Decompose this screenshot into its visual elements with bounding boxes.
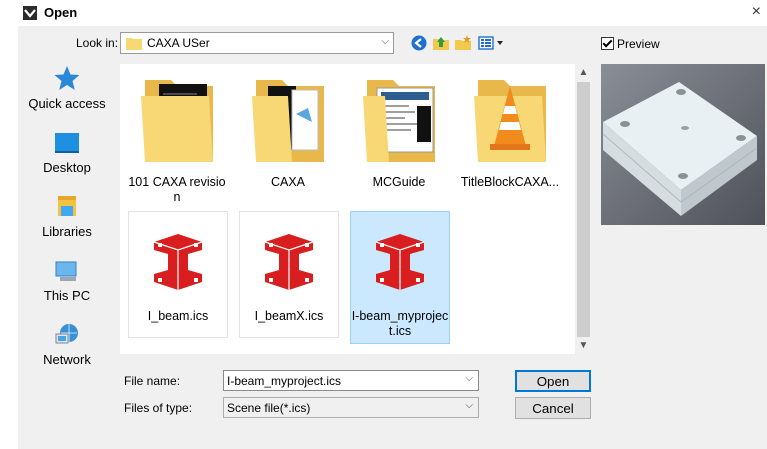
star-icon <box>54 66 80 90</box>
file-list[interactable]: 101 CAXA revision CAXA MCGuide TitleBloc… <box>120 64 592 354</box>
chevron-down-icon: ⌵ <box>465 400 473 411</box>
folder-icon <box>363 80 435 162</box>
libraries-icon <box>58 196 76 216</box>
preview-model-image <box>601 64 765 225</box>
file-name: I_beamX.ics <box>254 309 324 323</box>
ics-file-item[interactable]: I_beamX.ics <box>239 211 339 338</box>
file-type-label: Files of type: <box>124 401 193 415</box>
file-name: I-beam_myproject.ics <box>351 309 449 338</box>
ics-file-item[interactable]: I_beam.ics <box>128 211 228 338</box>
place-label: This PC <box>43 288 91 303</box>
folder-icon <box>252 80 324 162</box>
chevron-down-icon[interactable]: ▼ <box>575 337 592 354</box>
preview-pane <box>601 64 765 225</box>
chevron-up-icon[interactable]: ▲ <box>575 64 592 81</box>
ics-file-item-selected[interactable]: I-beam_myproject.ics <box>350 211 450 344</box>
file-name: CAXA <box>270 175 306 189</box>
folder-item[interactable]: TitleBlockCAXA... <box>460 74 560 190</box>
places-bar: Quick access Desktop Libraries This PC N… <box>18 64 116 404</box>
look-in-label: Look in: <box>76 36 119 50</box>
chevron-down-icon[interactable]: ⌵ <box>465 373 473 384</box>
new-folder-icon[interactable] <box>454 34 472 52</box>
view-menu-icon[interactable] <box>478 34 508 52</box>
ibeam-icon <box>264 234 314 290</box>
window-title: Open <box>44 5 78 20</box>
cancel-button[interactable]: Cancel <box>515 397 591 419</box>
vertical-scrollbar[interactable]: ▲ ▼ <box>575 64 592 354</box>
file-name-input[interactable]: I-beam_myproject.ics ⌵ <box>223 370 479 391</box>
open-button[interactable]: Open <box>515 370 591 392</box>
file-name: TitleBlockCAXA... <box>460 175 560 189</box>
close-button[interactable]: × <box>752 3 761 21</box>
place-label: Libraries <box>42 224 92 239</box>
look-in-value: CAXA USer <box>147 36 210 50</box>
place-quick-access[interactable]: Quick access <box>18 64 116 122</box>
file-type-select[interactable]: Scene file(*.ics) ⌵ <box>223 397 479 418</box>
folder-icon <box>474 80 546 162</box>
place-label: Network <box>43 352 91 367</box>
folder-item[interactable]: MCGuide <box>349 74 449 190</box>
preview-checkbox[interactable]: Preview <box>601 37 660 51</box>
file-type-value: Scene file(*.ics) <box>227 401 311 415</box>
scrollbar-thumb[interactable] <box>577 82 590 337</box>
open-dialog: Look in: CAXA USer ⌵ Preview Quick acces <box>18 26 767 449</box>
folder-icon <box>141 80 213 162</box>
computer-icon <box>55 261 77 281</box>
back-icon[interactable] <box>410 34 428 52</box>
place-label: Desktop <box>43 160 91 175</box>
file-name-label: File name: <box>124 374 181 388</box>
file-name: 101 CAXA revision <box>128 175 226 204</box>
chevron-down-icon: ⌵ <box>381 36 389 47</box>
place-label: Quick access <box>28 96 106 111</box>
file-name: I_beam.ics <box>147 309 209 323</box>
network-icon <box>55 324 78 344</box>
folder-item[interactable]: 101 CAXA revision <box>127 74 227 205</box>
file-name: MCGuide <box>372 175 426 189</box>
folder-item[interactable]: CAXA <box>238 74 338 190</box>
desktop-icon <box>55 133 79 153</box>
file-name-value: I-beam_myproject.ics <box>227 374 342 388</box>
title-bar: Open × <box>0 0 767 26</box>
preview-label: Preview <box>617 37 660 51</box>
up-folder-icon[interactable] <box>432 34 450 52</box>
place-libraries[interactable]: Libraries <box>18 192 116 250</box>
look-in-combobox[interactable]: CAXA USer ⌵ <box>120 32 394 54</box>
place-this-pc[interactable]: This PC <box>18 256 116 314</box>
checkbox-checked-icon <box>601 37 614 50</box>
app-icon <box>23 6 37 20</box>
ibeam-icon <box>153 234 203 290</box>
ibeam-icon <box>375 234 425 290</box>
place-network[interactable]: Network <box>18 320 116 378</box>
folder-icon <box>126 38 142 50</box>
place-desktop[interactable]: Desktop <box>18 128 116 186</box>
